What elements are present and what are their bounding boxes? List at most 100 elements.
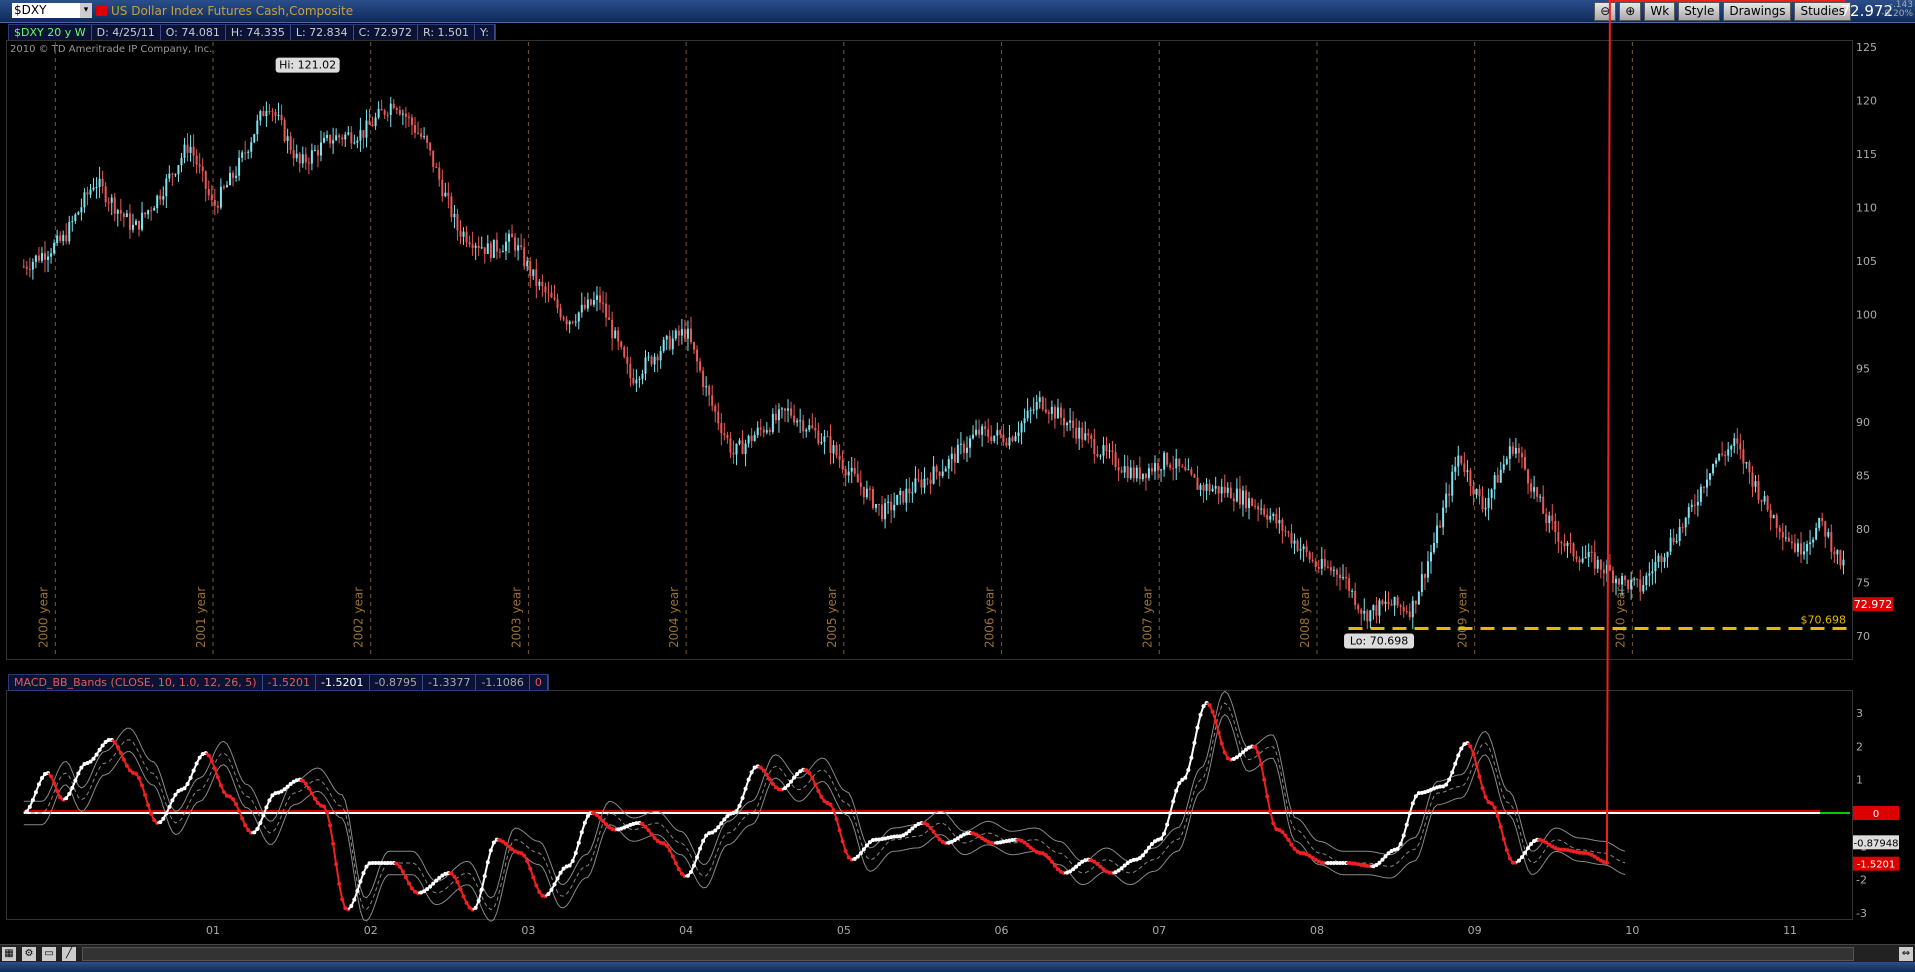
- candle-body: [699, 361, 702, 371]
- candle-body: [1190, 469, 1193, 475]
- candle-body: [714, 405, 717, 412]
- candle-body: [1663, 557, 1666, 563]
- candle-body: [356, 140, 359, 143]
- candle-body: [1833, 551, 1836, 555]
- candle-body: [1132, 467, 1135, 479]
- candle-body: [826, 436, 829, 438]
- year-label-2002: 2002 year: [352, 587, 366, 648]
- candle-body: [1678, 527, 1681, 542]
- candle-body: [365, 120, 368, 138]
- macd-segment: [332, 843, 338, 865]
- candle-body: [1332, 569, 1335, 571]
- settings-icon[interactable]: ⚙: [22, 947, 36, 961]
- candle-body: [417, 132, 420, 134]
- candle-body: [65, 235, 68, 242]
- candle-body: [793, 415, 796, 423]
- candle-body: [926, 478, 929, 480]
- candle-body: [577, 312, 580, 322]
- candle-body: [556, 299, 559, 309]
- grid-icon[interactable]: ▦: [2, 947, 16, 961]
- layout-icon[interactable]: ▭: [42, 947, 56, 961]
- candle-body: [862, 486, 865, 498]
- candle-body: [765, 430, 768, 433]
- candle-body: [1721, 453, 1724, 455]
- candle-body: [941, 471, 944, 476]
- price-tick-95: 95: [1856, 362, 1870, 375]
- candle-body: [1011, 437, 1014, 441]
- year-label-2004: 2004 year: [667, 587, 681, 648]
- candle-body: [620, 341, 623, 348]
- candle-body: [295, 153, 298, 159]
- candle-body: [216, 205, 219, 208]
- candle-body: [74, 214, 77, 222]
- candle-body: [1175, 458, 1178, 469]
- candle-body: [1014, 435, 1017, 441]
- candle-body: [1614, 578, 1617, 584]
- candle-body: [702, 370, 705, 387]
- expand-icon[interactable]: ⇔: [1899, 947, 1913, 961]
- candle-body: [1478, 489, 1481, 497]
- candle-body: [1505, 458, 1508, 465]
- year-label-2006: 2006 year: [983, 587, 997, 648]
- price-tick-80: 80: [1856, 523, 1870, 536]
- candle-body: [1778, 527, 1781, 532]
- candle-body: [271, 111, 274, 113]
- candle-body: [1248, 498, 1251, 508]
- candle-body: [708, 386, 711, 396]
- candle-body: [474, 245, 477, 248]
- candle-body: [101, 178, 104, 187]
- candle-body: [1511, 446, 1514, 454]
- candle-body: [1214, 486, 1217, 489]
- year-label-2003: 2003 year: [509, 587, 523, 648]
- candle-body: [453, 213, 456, 218]
- candle-body: [1032, 409, 1035, 411]
- macd-tag-2: -1.5201: [1857, 860, 1896, 871]
- candle-body: [1621, 575, 1624, 585]
- candle-body: [301, 154, 304, 164]
- candle-body: [183, 144, 186, 158]
- candle-body: [1220, 486, 1223, 494]
- candle-body: [844, 469, 847, 476]
- candle-body: [559, 308, 562, 318]
- draw-line-icon[interactable]: ╱: [62, 947, 76, 961]
- candle-body: [972, 434, 975, 439]
- candle-body: [1439, 525, 1442, 528]
- price-tick-115: 115: [1856, 148, 1877, 161]
- candle-body: [1199, 484, 1202, 490]
- candle-body: [938, 471, 941, 476]
- candle-body: [1154, 463, 1157, 472]
- macd-tick-2: 2: [1856, 740, 1863, 753]
- chart-canvas[interactable]: 2000 year 2001 year 2002 year 2003 year 2004…: [0, 0, 1915, 972]
- candle-body: [1839, 549, 1842, 566]
- candle-body: [504, 241, 507, 252]
- candle-body: [144, 212, 147, 215]
- candle-body: [501, 251, 504, 253]
- candle-body: [887, 501, 890, 504]
- candle-body: [171, 173, 174, 175]
- candle-body: [641, 373, 644, 379]
- candle-body: [1675, 541, 1678, 543]
- candle-body: [671, 338, 674, 350]
- candle-body: [1017, 432, 1020, 436]
- candle-body: [319, 142, 322, 156]
- candle-body: [1799, 543, 1802, 555]
- candle-body: [56, 235, 59, 243]
- candle-body: [508, 233, 511, 242]
- candle-body: [1278, 519, 1281, 524]
- candle-body: [1387, 601, 1390, 605]
- price-tick-110: 110: [1856, 202, 1877, 215]
- horizontal-scrollbar[interactable]: [82, 947, 1854, 961]
- candle-body: [483, 247, 486, 254]
- candle-body: [1636, 578, 1639, 580]
- candle-body: [332, 140, 335, 144]
- candle-body: [1429, 552, 1432, 562]
- macd-xtick-05: 05: [837, 924, 851, 937]
- candle-body: [150, 210, 153, 212]
- candle-body: [944, 468, 947, 472]
- candle-body: [1375, 605, 1378, 616]
- year-label-2000: 2000 year: [36, 587, 50, 648]
- candle-body: [40, 253, 43, 261]
- candle-body: [1451, 471, 1454, 496]
- candle-body: [1411, 600, 1414, 618]
- candle-body: [159, 195, 162, 200]
